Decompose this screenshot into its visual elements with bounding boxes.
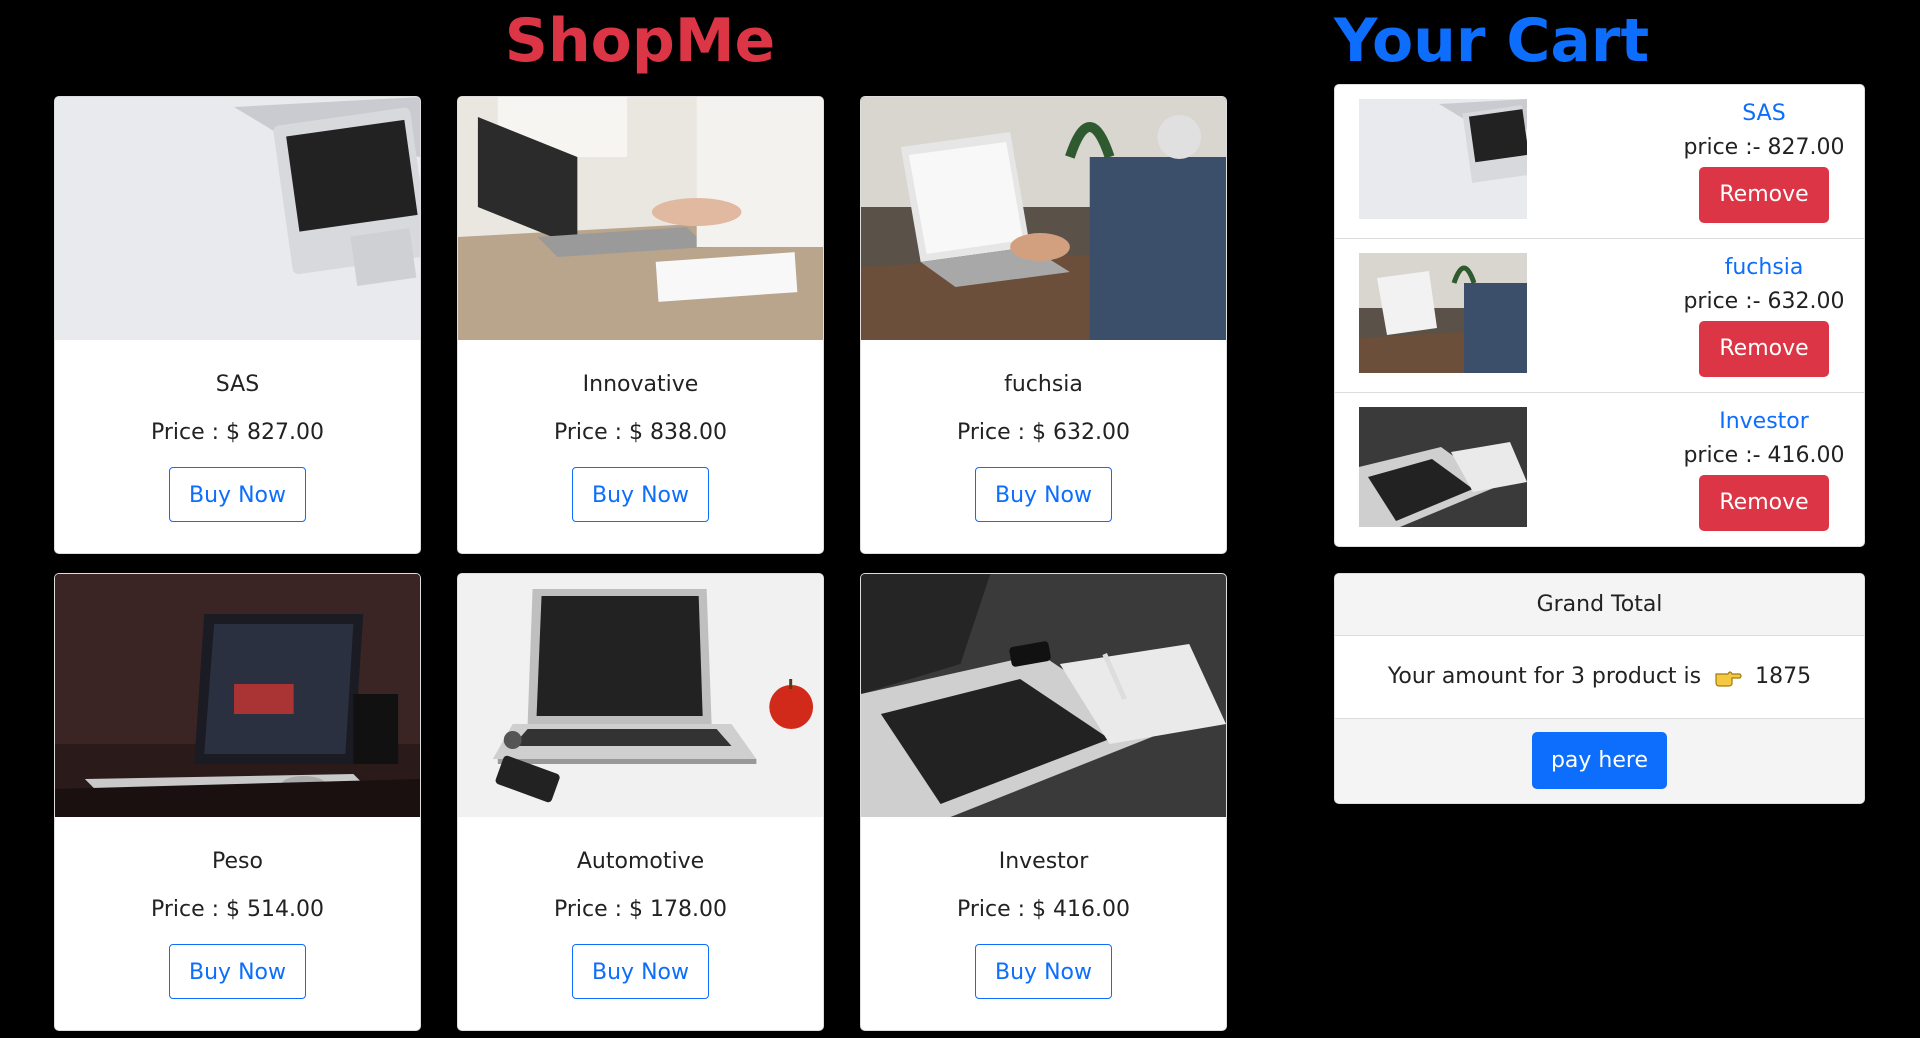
product-card: Investor Price : $ 416.00 Buy Now (860, 573, 1227, 1031)
man-typing-laptop-photo (1359, 253, 1527, 373)
total-amount: 1875 (1755, 664, 1812, 689)
cart-item-price: price :- 632.00 (1683, 289, 1845, 314)
product-card: Peso Price : $ 514.00 Buy Now (54, 573, 421, 1031)
product-price: Price : $ 178.00 (553, 897, 728, 922)
remove-button[interactable]: Remove (1699, 321, 1829, 377)
cart-item-info: SAS price :- 827.00 Remove (1625, 97, 1864, 223)
laptop-notebook-dark-photo (861, 574, 1226, 817)
product-card: SAS Price : $ 827.00 Buy Now (54, 96, 421, 554)
grand-total-body: Your amount for 3 product is 1875 (1335, 636, 1864, 719)
man-typing-laptop-photo (861, 97, 1226, 340)
laptop-corner-photo (1359, 99, 1527, 219)
product-name: Innovative (582, 372, 699, 397)
cart-item: fuchsia price :- 632.00 Remove (1335, 239, 1864, 393)
cart-item-name: SAS (1742, 101, 1786, 126)
product-grid: SAS Price : $ 827.00 Buy Now Innovative … (54, 96, 1227, 1031)
laptop-notebook-dark-photo (1359, 407, 1527, 527)
dark-laptop-desk-photo (55, 574, 420, 817)
woman-typing-laptop-photo (458, 97, 823, 340)
shop-title: ShopMe (504, 6, 776, 76)
macbook-apple-photo (458, 574, 823, 817)
cart-panel: SAS price :- 827.00 Remove fuchsia price… (1334, 84, 1865, 547)
cart-title: Your Cart (1334, 6, 1650, 76)
grand-total-header: Grand Total (1335, 574, 1864, 636)
buy-now-button[interactable]: Buy Now (169, 467, 306, 522)
cart-item: SAS price :- 827.00 Remove (1335, 85, 1864, 239)
grand-total-panel: Grand Total Your amount for 3 product is… (1334, 573, 1865, 804)
product-price: Price : $ 838.00 (553, 420, 728, 445)
cart-item-price: price :- 416.00 (1683, 443, 1845, 468)
cart-item: Investor price :- 416.00 Remove (1335, 393, 1864, 546)
product-price: Price : $ 827.00 (150, 420, 325, 445)
product-name: Investor (998, 849, 1089, 874)
buy-now-button[interactable]: Buy Now (975, 467, 1112, 522)
product-price: Price : $ 632.00 (956, 420, 1131, 445)
cart-item-name: Investor (1719, 409, 1809, 434)
product-name: SAS (215, 372, 260, 397)
pay-here-button[interactable]: pay here (1531, 732, 1668, 789)
cart-item-info: Investor price :- 416.00 Remove (1625, 405, 1864, 531)
grand-total-footer: pay here (1335, 719, 1864, 803)
product-card: Innovative Price : $ 838.00 Buy Now (457, 96, 824, 554)
product-name: fuchsia (1004, 372, 1083, 397)
remove-button[interactable]: Remove (1699, 167, 1829, 223)
product-price: Price : $ 514.00 (150, 897, 325, 922)
buy-now-button[interactable]: Buy Now (572, 944, 709, 999)
cart-item-info: fuchsia price :- 632.00 Remove (1625, 251, 1864, 377)
total-text: Your amount for 3 product is (1387, 664, 1702, 689)
remove-button[interactable]: Remove (1699, 475, 1829, 531)
buy-now-button[interactable]: Buy Now (169, 944, 306, 999)
product-price: Price : $ 416.00 (956, 897, 1131, 922)
product-name: Automotive (576, 849, 705, 874)
product-card: Automotive Price : $ 178.00 Buy Now (457, 573, 824, 1031)
cart-item-name: fuchsia (1724, 255, 1804, 280)
product-name: Peso (212, 849, 263, 874)
cart-item-price: price :- 827.00 (1683, 135, 1845, 160)
laptop-corner-photo (55, 97, 420, 340)
pointing-hand-icon (1715, 671, 1742, 687)
buy-now-button[interactable]: Buy Now (975, 944, 1112, 999)
product-card: fuchsia Price : $ 632.00 Buy Now (860, 96, 1227, 554)
buy-now-button[interactable]: Buy Now (572, 467, 709, 522)
